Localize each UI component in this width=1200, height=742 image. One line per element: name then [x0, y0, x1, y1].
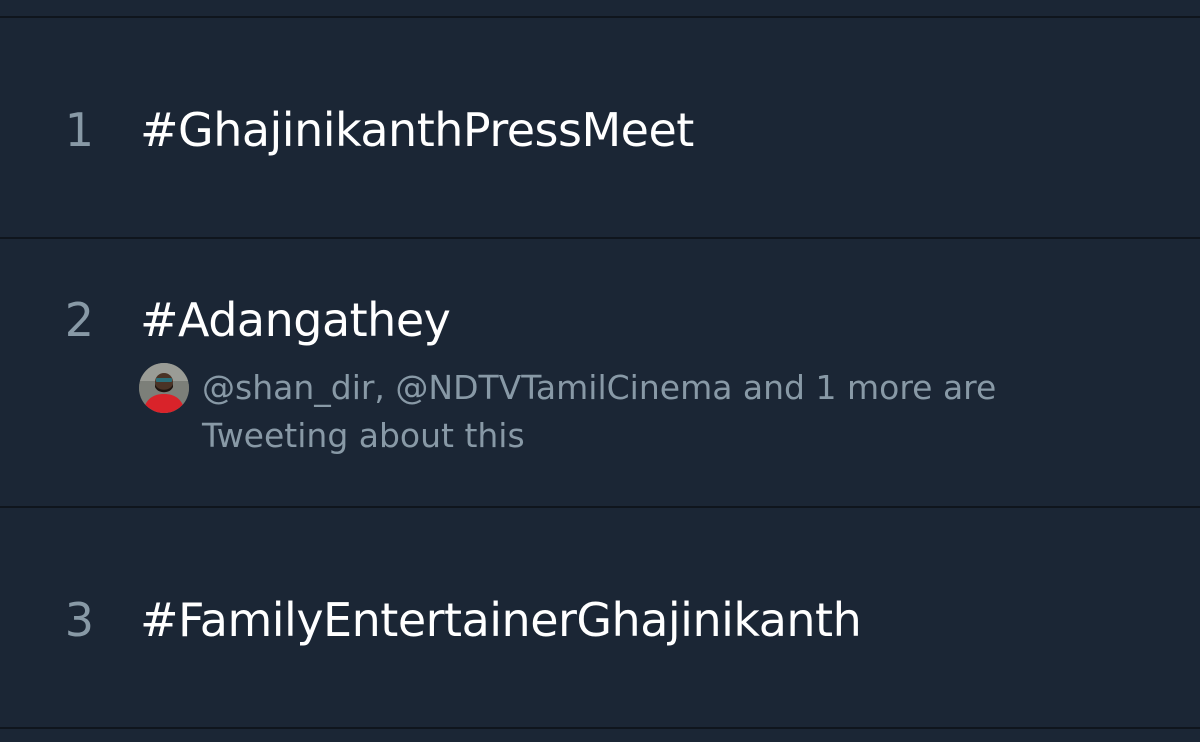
divider: [0, 727, 1200, 729]
trend-context-text: @shan_dir, @NDTVTamilCinema and 1 more a…: [202, 368, 997, 455]
trend-rank: 3: [64, 593, 94, 647]
trend-rank: 2: [64, 293, 94, 347]
trend-item-2[interactable]: 2 #Adangathey @shan_dir, @NDTVTamilCinem…: [0, 239, 1200, 507]
trend-hashtag[interactable]: #GhajinikanthPressMeet: [140, 107, 694, 153]
user-avatar-icon[interactable]: [139, 363, 189, 413]
trend-hashtag[interactable]: #Adangathey: [140, 297, 451, 343]
trends-list: 1 #GhajinikanthPressMeet 2 #Adangathey @…: [0, 0, 1200, 742]
trend-hashtag[interactable]: #FamilyEntertainerGhajinikanth: [140, 597, 862, 643]
trend-item-3[interactable]: 3 #FamilyEntertainerGhajinikanth: [0, 508, 1200, 728]
trend-rank: 1: [64, 103, 94, 157]
trend-item-1[interactable]: 1 #GhajinikanthPressMeet: [0, 18, 1200, 238]
